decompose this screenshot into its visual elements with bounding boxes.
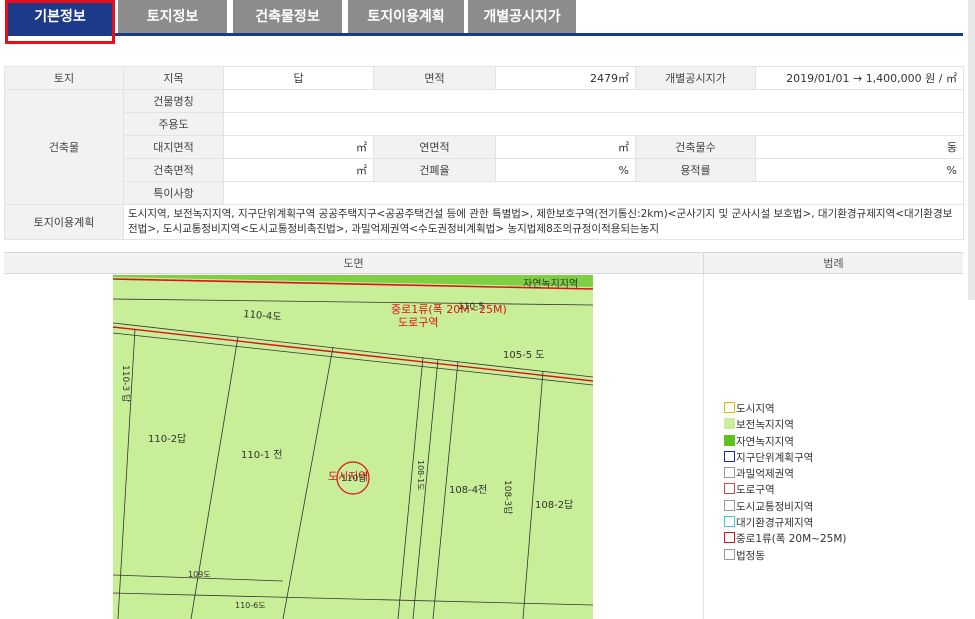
coverage-ratio-value: %	[495, 158, 636, 182]
land-header: 토지	[4, 66, 124, 90]
active-tab-highlight	[5, 0, 115, 44]
special-notes-value	[223, 181, 964, 205]
floor-area-value: ㎡	[495, 135, 636, 159]
tab-land-info[interactable]: 토지정보	[118, 0, 227, 34]
tab-land-use-plan[interactable]: 토지이용계획	[348, 0, 464, 34]
price-value: 2019/01/01 → 1,400,000 원 / ㎡	[755, 66, 964, 90]
legend-item: 과밀억제권역	[724, 466, 847, 482]
land-use-plan-header: 토지이용계획	[4, 204, 124, 240]
label-108-3: 108-3답	[502, 480, 514, 514]
special-notes-label: 특이사항	[123, 181, 224, 205]
legend-swatch	[724, 548, 735, 560]
building-count-value: 동	[755, 135, 964, 159]
map-header: 도면	[4, 252, 703, 274]
building-count-label: 건축물수	[635, 135, 756, 159]
floor-area-label: 연면적	[373, 135, 496, 159]
legend-label: 중로1류(폭 20M~25M)	[736, 533, 847, 546]
legend-label: 보전녹지지역	[736, 419, 794, 432]
legend-panel: 도시지역보전녹지지역자연녹지지역지구단위계획구역과밀억제권역도로구역도시교통정비…	[703, 274, 963, 619]
legend-item: 도시지역	[724, 401, 847, 417]
label-road-class: 중로1류(폭 20M~25M)	[391, 303, 507, 316]
site-area-label: 대지면적	[123, 135, 224, 159]
legend-swatch	[724, 402, 735, 413]
legend-item: 도로구역	[724, 482, 847, 498]
label-110-1: 110-1 전	[241, 449, 282, 461]
legend-item: 도시교통정비지역	[724, 499, 847, 515]
label-108-1: 108-1도	[416, 460, 425, 491]
legend-item: 법정동	[724, 548, 847, 564]
building-name-value	[223, 89, 964, 113]
map-background	[113, 275, 593, 619]
legend-swatch	[724, 450, 735, 462]
legend-item: 지구단위계획구역	[724, 450, 847, 466]
basic-info-table: 토지 지목 답 면적 2479㎡ 개별공시지가 2019/01/01 → 1,4…	[4, 66, 964, 240]
legend-label: 대기환경규제지역	[736, 517, 814, 530]
building-area-label: 건축면적	[123, 158, 224, 182]
price-label: 개별공시지가	[635, 66, 756, 90]
main-use-label: 주용도	[123, 112, 224, 136]
building-area-value: ㎡	[223, 158, 374, 182]
cadastral-map[interactable]: 자연녹지지역 중로1류(폭 20M~25M) 도로구역 110-4도 110-5…	[113, 275, 593, 619]
legend-label: 법정동	[736, 549, 765, 562]
label-natural-green: 자연녹지지역	[523, 278, 578, 290]
main-use-value	[223, 112, 964, 136]
legend-swatch	[724, 516, 735, 528]
label-110-5: 110-5	[458, 302, 484, 312]
tab-official-land-price[interactable]: 개별공시지가	[468, 0, 576, 34]
jimok-value: 답	[223, 66, 374, 90]
legend-swatch	[724, 499, 735, 511]
legend-list: 도시지역보전녹지지역자연녹지지역지구단위계획구역과밀억제권역도로구역도시교통정비…	[724, 401, 847, 564]
floor-area-ratio-value: %	[755, 158, 964, 182]
label-110: 110답	[341, 472, 366, 484]
land-use-plan-text: 도시지역, 보전녹지지역, 지구단위계획구역 공공주택지구<공공주택건설 등에 …	[123, 204, 964, 240]
building-name-label: 건물명칭	[123, 89, 224, 113]
tab-building-info[interactable]: 건축물정보	[233, 0, 342, 34]
legend-item: 자연녹지지역	[724, 434, 847, 450]
jimok-label: 지목	[123, 66, 224, 90]
area-label: 면적	[373, 66, 496, 90]
label-road-zone: 도로구역	[398, 316, 438, 329]
label-109: 109도	[188, 570, 211, 579]
site-area-value: ㎡	[223, 135, 374, 159]
label-110-6: 110-6도	[235, 601, 266, 610]
legend-label: 자연녹지지역	[736, 435, 794, 448]
label-108-4: 108-4전	[449, 484, 487, 496]
floor-area-ratio-label: 용적률	[635, 158, 756, 182]
legend-swatch	[724, 418, 735, 430]
area-value: 2479㎡	[495, 66, 636, 90]
legend-item: 보전녹지지역	[724, 417, 847, 433]
legend-label: 지구단위계획구역	[736, 451, 814, 464]
label-108-2: 108-2답	[535, 499, 573, 511]
legend-label: 도로구역	[736, 484, 775, 497]
legend-item: 대기환경규제지역	[724, 515, 847, 531]
label-110-3: 110-3 답	[120, 365, 132, 402]
legend-item: 중로1류(폭 20M~25M)	[724, 531, 847, 547]
legend-swatch	[724, 483, 735, 495]
building-header: 건축물	[4, 89, 124, 205]
legend-header: 범례	[703, 252, 963, 274]
legend-swatch	[724, 532, 735, 544]
coverage-ratio-label: 건폐율	[373, 158, 496, 182]
tab-underline	[6, 33, 963, 36]
legend-label: 도시지역	[736, 403, 775, 415]
legend-label: 과밀억제권역	[736, 468, 794, 481]
legend-swatch	[724, 467, 735, 479]
tab-bar: 기본정보 토지정보 건축물정보 토지이용계획 개별공시지가	[0, 0, 975, 44]
legend-label: 도시교통정비지역	[736, 500, 814, 513]
label-110-2: 110-2답	[148, 433, 186, 445]
legend-swatch	[724, 434, 735, 446]
label-105-5: 105-5 도	[503, 350, 544, 361]
scrollbar[interactable]	[968, 0, 975, 300]
